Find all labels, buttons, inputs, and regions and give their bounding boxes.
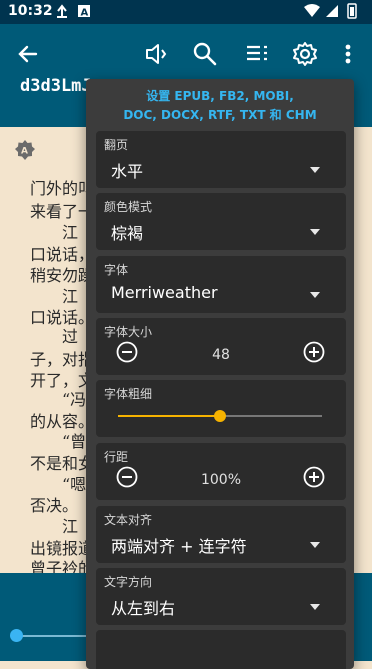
text-direction-dropdown[interactable]: 文字方向 从左到右 [96,568,346,625]
svg-text:A: A [21,147,28,157]
font-value: Merriweather [111,283,218,302]
font-weight-slider-thumb[interactable] [214,410,226,422]
reader-settings-panel: 设置 EPUB, FB2, MOBI, DOC, DOCX, RTF, TXT … [86,79,354,669]
dropdown-arrow-icon [310,229,320,235]
increase-font-size-icon[interactable] [303,341,325,363]
line-spacing-label: 行距 [104,450,129,464]
formats-line-1: 设置 EPUB, FB2, MOBI, [146,89,294,103]
reading-progress-thumb[interactable] [10,629,23,642]
wifi-signal-battery-icon [304,3,357,19]
dropdown-arrow-icon [310,167,320,173]
dropdown-arrow-icon [310,542,320,548]
back-arrow-icon[interactable] [14,40,42,68]
auto-brightness-icon[interactable]: A [14,139,36,161]
font-dropdown[interactable]: 字体 Merriweather [96,256,346,313]
status-time: 10:32 [8,3,53,19]
text-direction-label: 文字方向 [104,575,153,589]
book-text-line: 江 [30,223,79,242]
book-text-line: 门外的叫 [30,179,95,198]
book-text-line: 江 [30,517,79,536]
upload-icon: A [57,4,90,19]
book-text-line: 过 [30,327,79,346]
svg-text:A: A [81,8,89,19]
supported-formats-text: 设置 EPUB, FB2, MOBI, DOC, DOCX, RTF, TXT … [86,87,354,125]
text-align-label: 文本对齐 [104,513,153,527]
color-mode-label: 颜色模式 [104,200,153,214]
search-icon[interactable] [191,40,219,68]
increase-line-spacing-icon[interactable] [303,466,325,488]
status-system-icons [304,3,364,23]
font-weight-slider-fill [118,415,220,417]
text-direction-value: 从左到右 [111,599,176,618]
book-text-line: “冯 [30,390,87,409]
text-align-value: 两端对齐 + 连字符 [111,537,247,556]
dropdown-arrow-icon [310,292,320,298]
page-turn-dropdown[interactable]: 翻页 水平 [96,131,346,188]
page-turn-label: 翻页 [104,138,129,152]
book-text-line: “曾 [30,432,87,451]
line-spacing-stepper: 行距 100% [96,443,346,500]
reading-progress-track[interactable] [16,635,96,637]
color-mode-dropdown[interactable]: 颜色模式 棕褐 [96,193,346,250]
read-aloud-icon[interactable] [142,40,170,68]
font-weight-slider-card: 字体粗细 [96,380,346,437]
next-setting-card[interactable] [96,630,346,669]
document-title: d3d3LmJ [20,76,92,96]
font-label: 字体 [104,263,129,277]
text-align-dropdown[interactable]: 文本对齐 两端对齐 + 连字符 [96,506,346,563]
page-turn-value: 水平 [111,162,144,181]
formats-line-2: DOC, DOCX, RTF, TXT 和 CHM [123,108,317,122]
dropdown-arrow-icon [310,604,320,610]
settings-gear-icon[interactable] [291,40,319,68]
color-mode-value: 棕褐 [111,224,144,243]
font-weight-label: 字体粗细 [104,387,153,401]
font-size-label: 字体大小 [104,325,153,339]
table-of-contents-icon[interactable] [243,40,271,68]
status-notification-icons: A [56,3,96,23]
status-bar: 10:32 A [0,0,372,24]
font-size-stepper: 字体大小 48 [96,318,346,375]
more-options-icon[interactable] [334,40,362,68]
